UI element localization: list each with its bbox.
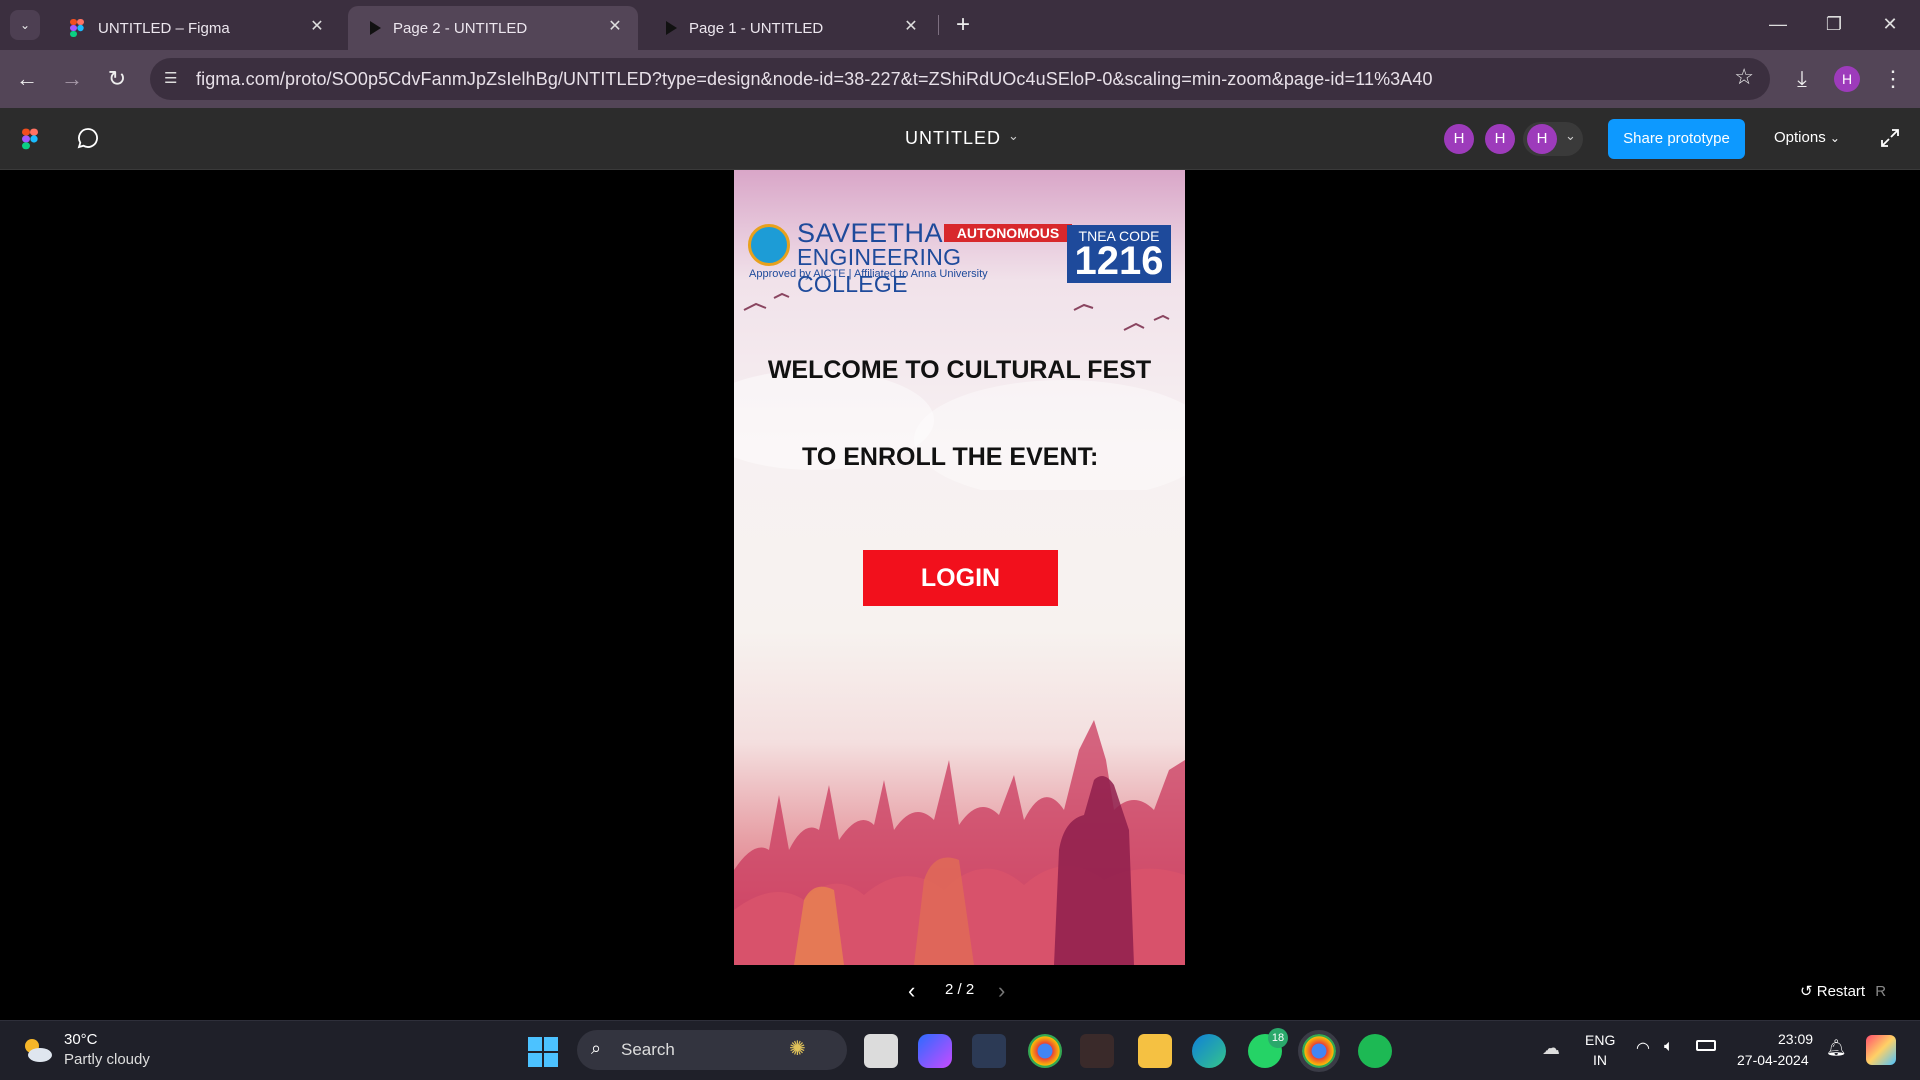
language-indicator[interactable]: ENG [1585,1032,1615,1048]
play-icon [370,21,381,35]
figma-prototype-toolbar: UNTITLED ⌄ H H H ⌄ Share prototype Optio… [0,108,1920,170]
search-icon: ⌕ [591,1038,602,1058]
edge-icon[interactable] [1192,1034,1226,1068]
approval-text: Approved by AICTE | Affiliated to Anna U… [749,268,988,280]
college-logo: SAVEETHA AUTONOMOUS ENGINEERING COLLEGE … [748,218,1072,297]
close-icon[interactable]: ✕ [604,16,626,38]
weather-temperature[interactable]: 30°C [64,1031,98,1048]
collaborator-avatar[interactable]: H [1444,124,1474,154]
restart-button[interactable]: ↺ Restart R [1800,982,1886,1000]
share-prototype-button[interactable]: Share prototype [1608,119,1745,159]
collaborator-dropdown[interactable]: H ⌄ [1523,122,1583,156]
prototype-frame: SAVEETHA AUTONOMOUS ENGINEERING COLLEGE … [734,170,1185,965]
minimize-button[interactable]: — [1756,8,1800,40]
back-button[interactable]: ← [10,62,44,96]
tnea-code-badge: TNEA CODE 1216 [1067,225,1171,283]
spotify-icon[interactable] [1358,1034,1392,1068]
window-close-button[interactable]: ✕ [1868,8,1912,40]
restart-label: Restart [1816,983,1866,1000]
chrome-icon[interactable] [1028,1034,1062,1068]
widgets-icon[interactable] [1866,1035,1896,1065]
restart-shortcut: R [1875,983,1887,1000]
volume-icon[interactable]: 🔈︎ [1664,1038,1674,1056]
weather-icon[interactable] [20,1035,54,1070]
restart-icon: ↺ [1800,983,1817,1000]
comment-icon[interactable] [76,126,100,155]
windows-start-icon[interactable] [528,1037,558,1072]
next-frame-button[interactable]: › [998,978,1005,1004]
taskbar-search-box[interactable]: ⌕ Search ✺ [577,1030,847,1070]
reload-button[interactable]: ↻ [100,62,134,96]
downloads-icon[interactable]: ⤓ [1785,62,1819,96]
restore-button[interactable]: ❐ [1812,8,1856,40]
previous-frame-button[interactable]: ‹ [908,978,915,1004]
collaborator-avatar: H [1527,124,1557,154]
figma-menu-icon[interactable] [22,128,38,156]
file-explorer-icon[interactable] [1138,1034,1172,1068]
collaborator-avatar[interactable]: H [1485,124,1515,154]
weather-description[interactable]: Partly cloudy [64,1051,150,1068]
whatsapp-icon[interactable]: 18 [1248,1028,1288,1068]
options-label: Options [1774,129,1826,146]
enroll-heading: TO ENROLL THE EVENT: [802,443,1099,471]
options-menu-button[interactable]: Options ⌄ [1774,129,1840,146]
welcome-heading: WELCOME TO CULTURAL FEST [767,356,1152,384]
crowd-illustration [734,720,1185,965]
tab-page-2[interactable]: Page 2 - UNTITLED ✕ [348,6,638,50]
site-info-icon[interactable]: ☰ [164,69,184,89]
browser-tab-strip: ⌄ UNTITLED – Figma ✕ Page 2 - UNTITLED ✕… [0,0,1920,50]
browser-menu-icon[interactable]: ⋮ [1876,62,1910,96]
clock-time[interactable]: 23:09 [1778,1031,1813,1047]
tnea-code: 1216 [1074,239,1164,283]
region-indicator[interactable]: IN [1593,1052,1607,1068]
task-view-icon[interactable] [864,1034,898,1068]
onedrive-icon[interactable]: ☁ [1542,1038,1560,1059]
tab-title: UNTITLED – Figma [98,19,230,37]
tab-title: Page 1 - UNTITLED [689,19,824,37]
windows-taskbar: 30°C Partly cloudy ⌕ Search ✺ 18 ☁ ENG I… [0,1020,1920,1080]
tab-search-button[interactable]: ⌄ [10,10,40,40]
notification-bell-icon[interactable]: 🔔︎ [1826,1038,1846,1058]
page-indicator: 2 / 2 [945,981,975,998]
bookmark-star-icon[interactable]: ☆ [1734,64,1754,90]
file-title[interactable]: UNTITLED [905,128,1001,149]
search-highlight-icon: ✺ [789,1038,806,1060]
browser-toolbar: ← → ↻ ☰ figma.com/proto/SO0p5CdvFanmJpZs… [0,50,1920,108]
play-icon [666,21,677,35]
tab-figma-editor[interactable]: UNTITLED – Figma ✕ [50,6,340,50]
tab-divider [938,15,939,35]
tab-page-1[interactable]: Page 1 - UNTITLED ✕ [644,6,934,50]
new-tab-button[interactable]: + [948,10,978,40]
close-icon[interactable]: ✕ [900,16,922,38]
close-icon[interactable]: ✕ [306,16,328,38]
chevron-down-icon[interactable]: ⌄ [1008,128,1019,144]
battery-icon[interactable] [1696,1040,1716,1051]
notification-badge: 18 [1268,1028,1288,1048]
chevron-down-icon: ⌄ [1829,131,1840,145]
fullscreen-icon[interactable] [1880,128,1900,153]
login-button[interactable]: LOGIN [863,550,1058,606]
chrome-profile-icon[interactable] [1298,1030,1340,1072]
autonomous-badge: AUTONOMOUS [944,224,1072,242]
url-text[interactable]: figma.com/proto/SO0p5CdvFanmJpZsIelhBg/U… [196,69,1433,90]
forward-button[interactable]: → [55,62,89,96]
tab-title: Page 2 - UNTITLED [393,19,528,37]
invision-icon[interactable] [1080,1034,1114,1068]
college-emblem-icon [748,224,790,266]
profile-avatar[interactable]: H [1834,66,1860,92]
wifi-icon[interactable]: ◠ [1636,1038,1650,1058]
chevron-down-icon: ⌄ [1565,128,1576,143]
copilot-icon[interactable] [918,1034,952,1068]
app-icon[interactable] [972,1034,1006,1068]
clock-date[interactable]: 27-04-2024 [1737,1052,1809,1068]
address-bar[interactable]: ☰ figma.com/proto/SO0p5CdvFanmJpZsIelhBg… [150,58,1770,100]
search-label: Search [621,1040,675,1059]
figma-logo-icon [70,19,86,37]
